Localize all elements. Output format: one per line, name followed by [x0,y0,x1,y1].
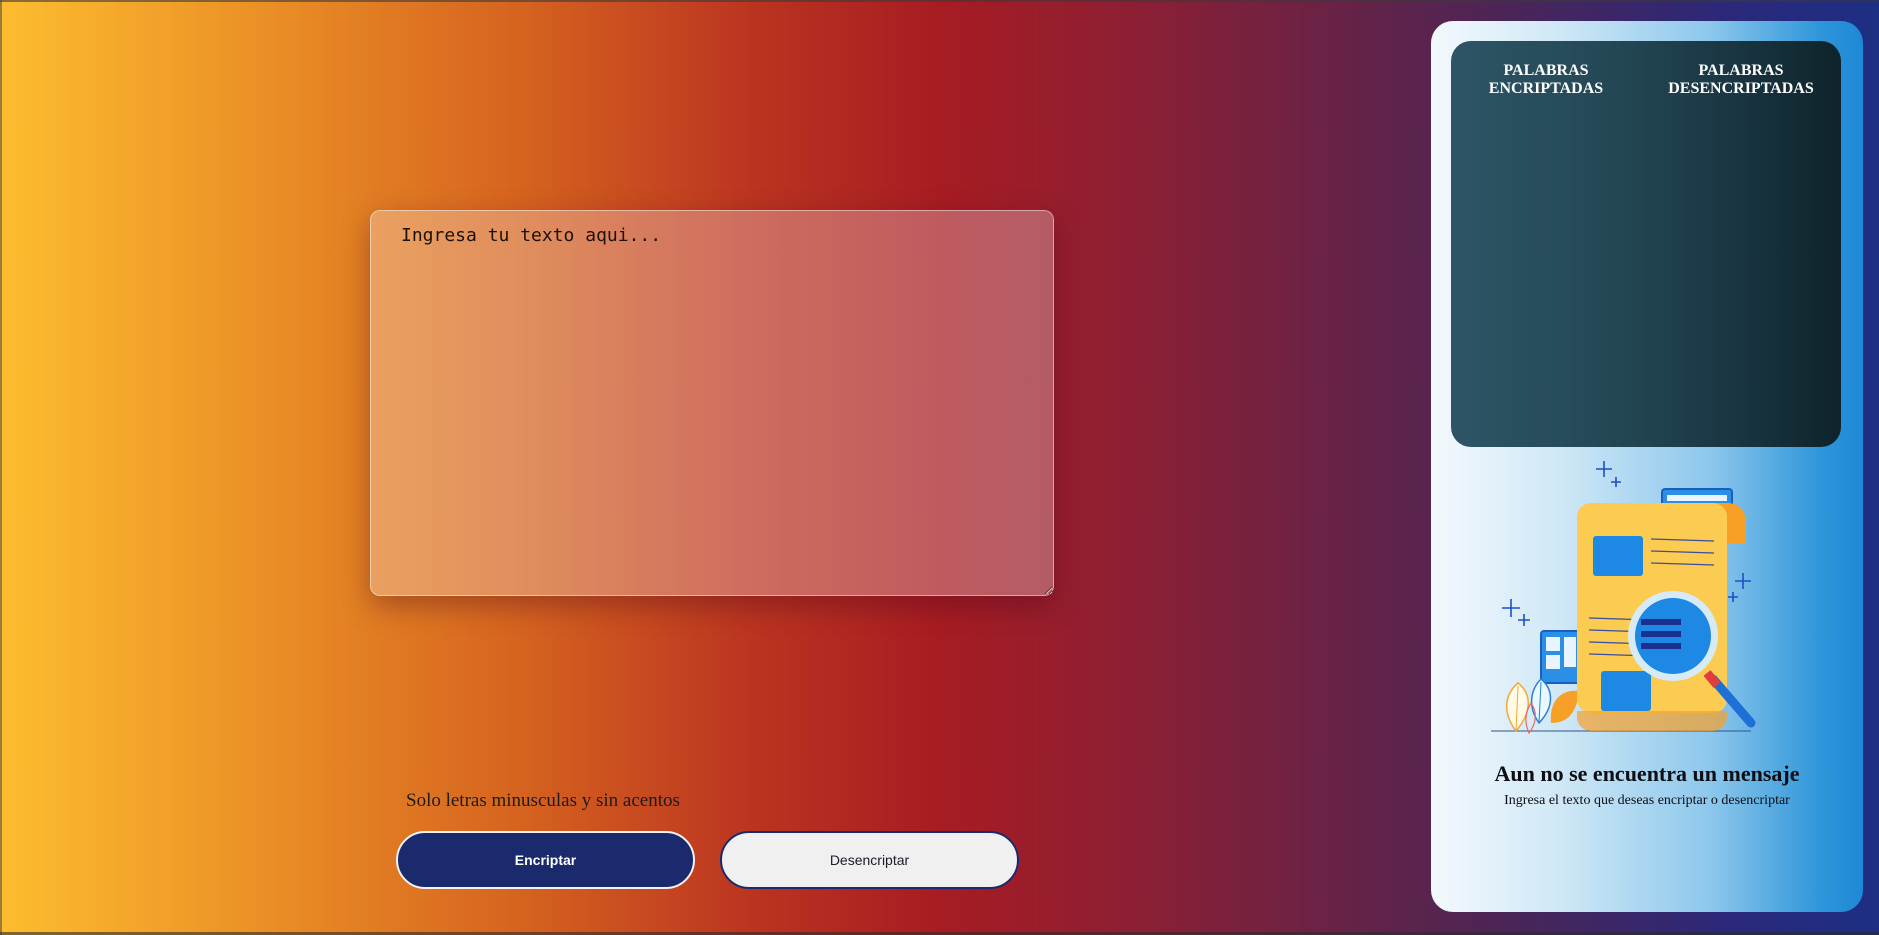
encrypt-button[interactable]: Encriptar [396,831,695,889]
document-magnifier-illustration [1491,461,1756,735]
window-left-edge [0,0,2,935]
leaf-icon [1506,677,1579,735]
empty-state-title: Aun no se encuentra un mensaje [1494,761,1800,786]
decrypted-words-title: PALABRAS DESENCRIPTADAS [1668,62,1814,97]
results-box: PALABRAS ENCRIPTADAS PALABRAS DESENCRIPT… [1451,41,1841,447]
window-top-edge [0,0,1879,2]
window-card-icon [1540,630,1582,684]
decrypt-button[interactable]: Desencriptar [720,831,1019,889]
message-input[interactable] [370,210,1054,596]
input-hint: Solo letras minusculas y sin acentos [406,790,680,811]
empty-state-subtitle: Ingresa el texto que deseas encriptar o … [1504,793,1790,808]
output-panel: PALABRAS ENCRIPTADAS PALABRAS DESENCRIPT… [1431,21,1863,912]
encrypted-words-title: PALABRAS ENCRIPTADAS [1488,62,1604,97]
